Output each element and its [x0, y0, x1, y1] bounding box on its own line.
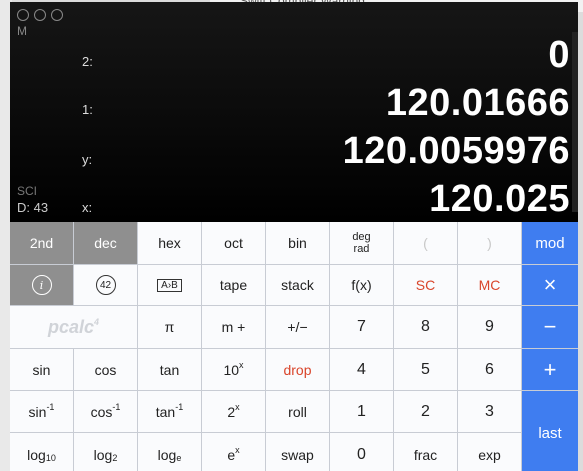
display-scrollbar[interactable] — [572, 32, 578, 212]
tape-key[interactable]: tape — [202, 265, 265, 305]
hex-mode-key[interactable]: hex — [138, 222, 201, 264]
keypad: 2nd dec hex oct bin deg rad ( ) mod i 42… — [10, 222, 578, 471]
register-label: 1: — [82, 102, 93, 117]
pcalc-logo: pcalc 4 — [10, 306, 137, 348]
register-value[interactable]: 120.01666 — [386, 82, 570, 125]
log10-base: log — [27, 446, 46, 463]
register-value[interactable]: 120.025 — [429, 178, 570, 221]
register-value[interactable]: 0 — [548, 34, 570, 77]
deg-label: deg — [352, 231, 371, 243]
digit-7-key[interactable]: 7 — [330, 306, 393, 348]
memory-plus-key[interactable]: m + — [202, 306, 265, 348]
info-icon: i — [31, 275, 52, 295]
digit-8-key[interactable]: 8 — [394, 306, 457, 348]
add-key[interactable]: + — [522, 349, 578, 390]
drop-key[interactable]: drop — [266, 349, 329, 390]
window-controls — [17, 9, 63, 21]
sign-change-key[interactable]: +/− — [266, 306, 329, 348]
zoom-window-button[interactable] — [51, 9, 63, 21]
ln-key[interactable]: log e — [138, 433, 201, 471]
ten-power-exp: x — [239, 359, 244, 370]
deg-rad-key[interactable]: deg rad — [330, 222, 393, 264]
subtract-key[interactable]: − — [522, 306, 578, 348]
exp-key[interactable]: exp — [458, 433, 521, 471]
log10-key[interactable]: log 10 — [10, 433, 73, 471]
mod-key[interactable]: mod — [522, 222, 578, 264]
bin-mode-key[interactable]: bin — [266, 222, 329, 264]
convert-icon: A›B — [157, 278, 182, 292]
logo-text: pcalc — [47, 316, 94, 337]
pcalc-window: M 2: 0 1: 120.01666 y: 120.0059976 SCI D… — [10, 2, 578, 471]
swap-key[interactable]: swap — [266, 433, 329, 471]
decimal-mode-key[interactable]: dec — [74, 222, 137, 264]
arcsin-key[interactable]: sin -1 — [10, 391, 73, 432]
digit-0-key[interactable]: 0 — [330, 433, 393, 471]
sin-key[interactable]: sin — [10, 349, 73, 390]
convert-key[interactable]: A›B — [138, 265, 201, 305]
e-power-base: e — [227, 446, 236, 463]
log10-sub: 10 — [45, 452, 56, 463]
mode-indicator: SCI — [17, 184, 38, 198]
digit-9-key[interactable]: 9 — [458, 306, 521, 348]
two-power-key[interactable]: 2x — [202, 391, 265, 432]
functions-key[interactable]: f(x) — [330, 265, 393, 305]
tan-key[interactable]: tan — [138, 349, 201, 390]
display: M 2: 0 1: 120.01666 y: 120.0059976 SCI D… — [10, 2, 578, 222]
cos-key[interactable]: cos — [74, 349, 137, 390]
digit-5-key[interactable]: 5 — [394, 349, 457, 390]
digit-1-key[interactable]: 1 — [330, 391, 393, 432]
second-function-key[interactable]: 2nd — [10, 222, 73, 264]
arccos-base: cos — [90, 403, 113, 420]
minimize-window-button[interactable] — [34, 9, 46, 21]
memory-indicator: M — [17, 24, 27, 38]
stack-key[interactable]: stack — [266, 265, 329, 305]
ten-power-base: 10 — [223, 361, 240, 378]
ten-power-key[interactable]: 10 x — [202, 349, 265, 390]
roll-key[interactable]: roll — [266, 391, 329, 432]
arctan-key[interactable]: tan -1 — [138, 391, 201, 432]
open-paren-key[interactable]: ( — [394, 222, 457, 264]
close-window-button[interactable] — [17, 9, 29, 21]
ln-sub: e — [176, 452, 182, 463]
arccos-exp: -1 — [112, 401, 121, 412]
arcsin-base: sin — [28, 403, 47, 420]
two-power-base: 2 — [227, 403, 236, 420]
arctan-base: tan — [155, 403, 176, 420]
ln-base: log — [157, 446, 177, 463]
arcsin-exp: -1 — [46, 401, 55, 412]
digit-6-key[interactable]: 6 — [458, 349, 521, 390]
two-power-exp: x — [235, 401, 240, 412]
digit-3-key[interactable]: 3 — [458, 391, 521, 432]
register-label: y: — [82, 152, 93, 167]
pi-key[interactable]: π — [138, 306, 201, 348]
answer-icon: 42 — [95, 275, 116, 295]
register-value[interactable]: 120.0059976 — [343, 130, 570, 173]
multiply-key[interactable]: × — [522, 265, 578, 305]
rad-label: rad — [353, 243, 370, 255]
log2-key[interactable]: log 2 — [74, 433, 137, 471]
register-label: x: — [82, 200, 93, 215]
arccos-key[interactable]: cos -1 — [74, 391, 137, 432]
digit-2-key[interactable]: 2 — [394, 391, 457, 432]
digits-indicator: D: 43 — [17, 200, 49, 215]
e-power-exp: x — [235, 444, 240, 455]
oct-mode-key[interactable]: oct — [202, 222, 265, 264]
log2-sub: 2 — [112, 452, 118, 463]
info-key[interactable]: i — [10, 265, 73, 305]
register-label: 2: — [82, 54, 93, 69]
sc-key[interactable]: SC — [394, 265, 457, 305]
last-key[interactable]: last — [522, 391, 578, 471]
deg-rad-label: deg rad — [352, 231, 370, 255]
mc-key[interactable]: MC — [458, 265, 521, 305]
logo-version: 4 — [94, 317, 100, 327]
e-power-key[interactable]: ex — [202, 433, 265, 471]
log2-base: log — [93, 446, 113, 463]
close-paren-key[interactable]: ) — [458, 222, 521, 264]
digit-4-key[interactable]: 4 — [330, 349, 393, 390]
frac-key[interactable]: frac — [394, 433, 457, 471]
arctan-exp: -1 — [175, 401, 184, 412]
answer-key[interactable]: 42 — [74, 265, 137, 305]
